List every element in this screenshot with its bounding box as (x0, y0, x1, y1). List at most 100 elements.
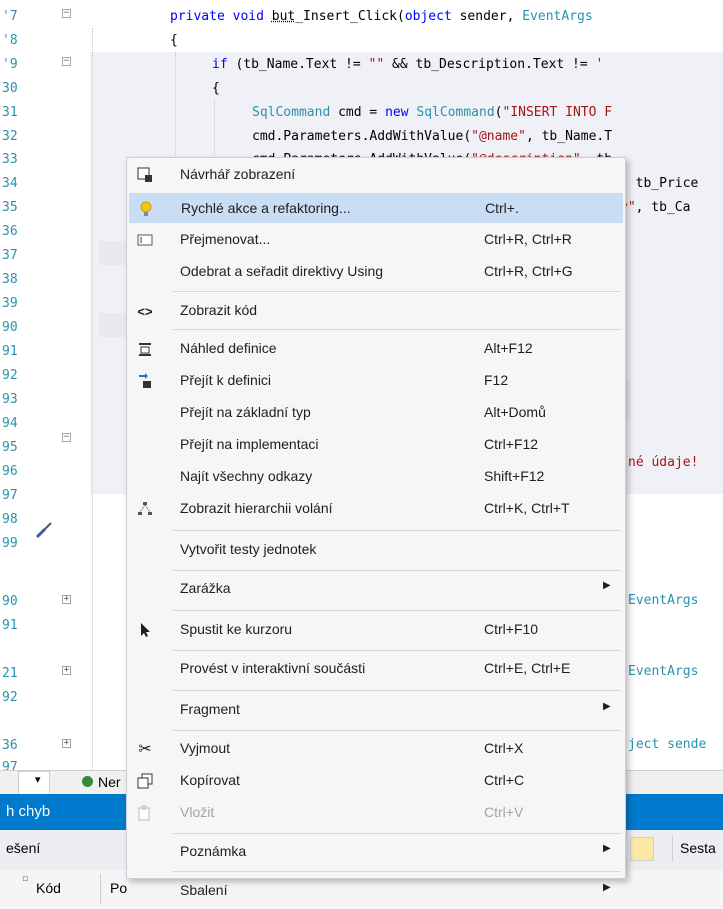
line-number: 32 (2, 129, 18, 144)
menu-item-shortcut: Alt+F12 (484, 340, 533, 356)
lightbulb-icon (138, 201, 154, 217)
line-number: 91 (2, 618, 18, 633)
rename-icon (137, 232, 153, 248)
line-number: 92 (2, 690, 18, 705)
menu-icon-slot (137, 437, 153, 453)
filter-icon[interactable] (630, 837, 654, 861)
line-number: 94 (2, 416, 18, 431)
line-number: 35 (2, 200, 18, 215)
line-number: 96 (2, 464, 18, 479)
divider (100, 874, 101, 904)
expand-icon[interactable]: + (62, 595, 71, 604)
screwdriver-icon[interactable] (34, 520, 54, 540)
menu-item-n-hled-definice[interactable]: Náhled definice Alt+F12 (129, 334, 623, 364)
collapse-icon[interactable]: − (62, 9, 71, 18)
menu-item-naj-t-v-echny-odkazy[interactable]: Najít všechny odkazy Shift+F12 (129, 462, 623, 492)
code-line: private void but_Insert_Click(object sen… (170, 9, 593, 24)
menu-item-odebrat-a-se-adit-direktivy-using[interactable]: Odebrat a seřadit direktivy Using Ctrl+R,… (129, 257, 623, 287)
scope-dropdown[interactable]: ešení (6, 840, 40, 856)
menu-item-rychl-akce-a-refaktoring[interactable]: Rychlé akce a refaktoring... Ctrl+. (129, 193, 623, 223)
menu-item-label: Přejít na implementaci (180, 436, 319, 452)
menu-item-label: Najít všechny odkazy (180, 468, 313, 484)
column-header-project[interactable]: Po (110, 880, 127, 896)
code-line: né údaje! (628, 455, 699, 470)
line-number: 92 (2, 368, 18, 383)
menu-item-spustit-ke-kurzoru[interactable]: Spustit ke kurzoru Ctrl+F10 (129, 615, 623, 645)
menu-icon-slot (137, 264, 153, 280)
collapse-icon[interactable]: − (62, 57, 71, 66)
submenu-arrow-icon: ▶ (603, 701, 611, 712)
menu-item-label: Přejmenovat... (180, 231, 271, 247)
menu-item-shortcut: Ctrl+X (484, 740, 524, 756)
call-hierarchy-icon (137, 501, 153, 517)
zoom-dropdown[interactable]: ▾ (18, 771, 50, 795)
divider (672, 836, 673, 862)
menu-item-p-ej-t-k-definici[interactable]: Přejít k definici F12 (129, 366, 623, 396)
menu-item-zobrazit-hierarchii-vol-n[interactable]: Zobrazit hierarchii volání Ctrl+K, Ctrl+T (129, 494, 623, 524)
check-icon (82, 776, 93, 787)
menu-item-fragment[interactable]: Fragment ▶ (129, 695, 623, 725)
code-line: if (tb_Name.Text != "" && tb_Description… (212, 57, 604, 72)
menu-separator (173, 329, 621, 330)
collapsed-region-marker (99, 241, 127, 265)
column-header-code[interactable]: Kód (36, 880, 61, 896)
menu-icon-slot (137, 702, 153, 718)
menu-item-p-ej-t-na-z-kladn-typ[interactable]: Přejít na základní typ Alt+Domů (129, 398, 623, 428)
menu-item-zar-ka[interactable]: Zarážka ▶ (129, 574, 623, 604)
run-to-cursor-icon (137, 622, 153, 638)
menu-item-zobrazit-k-d[interactable]: <> Zobrazit kód (129, 296, 623, 326)
collapse-icon[interactable]: − (62, 433, 71, 442)
menu-item-kop-rovat[interactable]: Kopírovat Ctrl+C (129, 766, 623, 796)
menu-item-shortcut: Ctrl+E, Ctrl+E (484, 660, 571, 676)
menu-item-sbalen[interactable]: Sbalení ▶ (129, 876, 623, 906)
expand-icon[interactable]: + (62, 739, 71, 748)
submenu-arrow-icon: ▶ (603, 580, 611, 591)
menu-item-shortcut: Shift+F12 (484, 468, 545, 484)
menu-item-shortcut: Ctrl+K, Ctrl+T (484, 500, 570, 516)
menu-item-vyjmout[interactable]: ✂ Vyjmout Ctrl+X (129, 734, 623, 764)
menu-item-label: Spustit ke kurzoru (180, 621, 293, 637)
code-icon: <> (137, 304, 153, 319)
menu-item-n-vrh-zobrazen[interactable]: Návrhář zobrazení (129, 160, 623, 190)
menu-item-label: Zobrazit hierarchii volání (180, 500, 333, 516)
menu-item-label: Vyjmout (180, 740, 231, 756)
goto-definition-icon (137, 373, 153, 389)
menu-icon-slot (137, 883, 153, 899)
code-line: cmd.Parameters.AddWithValue("@name", tb_… (252, 129, 613, 144)
line-number: 21 (2, 666, 18, 681)
menu-item-label: Odebrat a seřadit direktivy Using (180, 263, 384, 279)
menu-item-label: Zarážka (180, 580, 231, 596)
menu-item-p-ejmenovat[interactable]: Přejmenovat... Ctrl+R, Ctrl+R (129, 225, 623, 255)
build-filter-label[interactable]: Sesta (680, 840, 716, 856)
menu-separator (173, 570, 621, 571)
menu-separator (173, 871, 621, 872)
line-number: '7 (2, 9, 18, 24)
line-number: 90 (2, 594, 18, 609)
menu-separator (173, 610, 621, 611)
expand-icon[interactable]: + (62, 666, 71, 675)
code-line: EventArgs (628, 664, 699, 679)
copy-icon (137, 773, 153, 789)
menu-item-label: Návrhář zobrazení (180, 166, 296, 182)
menu-item-pozn-mka[interactable]: Poznámka ▶ (129, 837, 623, 867)
menu-item-prov-st-v-interaktivn-sou-sti[interactable]: Provést v interaktivní součásti Ctrl+E, C… (129, 654, 623, 684)
line-number: 97 (2, 760, 18, 770)
menu-item-vlo-it[interactable]: Vložit Ctrl+V (129, 798, 623, 828)
code-line: , tb_Price (620, 176, 699, 191)
menu-icon-slot (137, 469, 153, 485)
line-number: '9 (2, 57, 18, 72)
menu-item-shortcut: F12 (484, 372, 509, 388)
menu-item-label: Vytvořit testy jednotek (180, 541, 317, 557)
menu-icon-slot (137, 661, 153, 677)
menu-item-shortcut: Ctrl+V (484, 804, 524, 820)
line-number: 30 (2, 81, 18, 96)
line-number: 90 (2, 320, 18, 335)
line-number: 33 (2, 152, 18, 167)
menu-item-label: Poznámka (180, 843, 247, 859)
menu-item-label: Vložit (180, 804, 215, 820)
menu-item-p-ej-t-na-implementaci[interactable]: Přejít na implementaci Ctrl+F12 (129, 430, 623, 460)
panel-title: h chyb (6, 803, 51, 820)
menu-item-vytvo-it-testy-jednotek[interactable]: Vytvořit testy jednotek (129, 535, 623, 565)
line-number: 36 (2, 738, 18, 753)
menu-item-shortcut: Ctrl+F12 (484, 436, 539, 452)
